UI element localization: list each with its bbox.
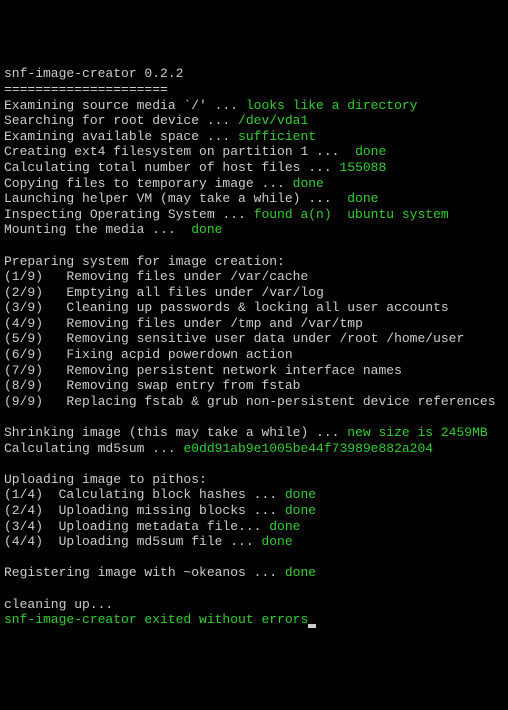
section-heading: Uploading image to pithos: — [4, 472, 207, 487]
log-line: Examining source media `/' ... — [4, 98, 246, 113]
log-line: Launching helper VM (may take a while) .… — [4, 191, 347, 206]
exit-message: snf-image-creator exited without errors — [4, 612, 308, 627]
step-text: Removing swap entry from fstab — [66, 378, 300, 393]
terminal-output: snf-image-creator 0.2.2 ================… — [4, 66, 504, 627]
log-line: Copying files to temporary image ... — [4, 176, 293, 191]
log-line: Creating ext4 filesystem on partition 1 … — [4, 144, 355, 159]
step-text: Removing persistent network interface na… — [66, 363, 401, 378]
step-index: (7/9) — [4, 363, 66, 378]
log-result: done — [293, 176, 324, 191]
log-line: Examining available space ... — [4, 129, 238, 144]
log-result: done — [347, 191, 378, 206]
divider: ===================== — [4, 82, 168, 97]
cleanup-line: cleaning up... — [4, 597, 113, 612]
step-text: Removing files under /var/cache — [66, 269, 308, 284]
step-text: Fixing acpid powerdown action — [66, 347, 292, 362]
log-line: Calculating md5sum ... — [4, 441, 183, 456]
section-heading: Preparing system for image creation: — [4, 254, 285, 269]
step-text: Uploading md5sum file ... — [59, 534, 262, 549]
log-line: Registering image with ~okeanos ... — [4, 565, 285, 580]
step-result: done — [261, 534, 292, 549]
step-index: (9/9) — [4, 394, 66, 409]
step-index: (5/9) — [4, 331, 66, 346]
step-index: (2/9) — [4, 285, 66, 300]
log-result: done — [355, 144, 386, 159]
step-text: Removing sensitive user data under /root… — [66, 331, 464, 346]
log-line: Calculating total number of host files .… — [4, 160, 339, 175]
cursor-icon — [308, 624, 316, 628]
log-result: 155088 — [339, 160, 386, 175]
step-index: (1/4) — [4, 487, 59, 502]
step-index: (4/4) — [4, 534, 59, 549]
step-index: (6/9) — [4, 347, 66, 362]
log-result: sufficient — [238, 129, 316, 144]
step-result: done — [285, 503, 316, 518]
log-line: Searching for root device ... — [4, 113, 238, 128]
app-title: snf-image-creator 0.2.2 — [4, 66, 183, 81]
log-line: Inspecting Operating System ... — [4, 207, 254, 222]
log-result: done — [285, 565, 316, 580]
step-text: Emptying all files under /var/log — [66, 285, 323, 300]
log-result: found a(n) ubuntu system — [254, 207, 449, 222]
step-text: Cleaning up passwords & locking all user… — [66, 300, 448, 315]
log-line: Shrinking image (this may take a while) … — [4, 425, 347, 440]
step-result: done — [269, 519, 300, 534]
step-index: (2/4) — [4, 503, 59, 518]
step-index: (4/9) — [4, 316, 66, 331]
step-result: done — [285, 487, 316, 502]
log-result: looks like a directory — [246, 98, 418, 113]
log-result: /dev/vda1 — [238, 113, 308, 128]
step-text: Removing files under /tmp and /var/tmp — [66, 316, 362, 331]
log-line: Mounting the media ... — [4, 222, 191, 237]
step-text: Calculating block hashes ... — [59, 487, 285, 502]
step-index: (1/9) — [4, 269, 66, 284]
step-index: (3/4) — [4, 519, 59, 534]
log-result: done — [191, 222, 222, 237]
step-text: Replacing fstab & grub non-persistent de… — [66, 394, 495, 409]
step-index: (3/9) — [4, 300, 66, 315]
step-text: Uploading missing blocks ... — [59, 503, 285, 518]
log-result: new size is 2459MB — [347, 425, 487, 440]
md5-hash: e0dd91ab9e1005be44f73989e882a204 — [183, 441, 433, 456]
step-index: (8/9) — [4, 378, 66, 393]
step-text: Uploading metadata file... — [59, 519, 270, 534]
